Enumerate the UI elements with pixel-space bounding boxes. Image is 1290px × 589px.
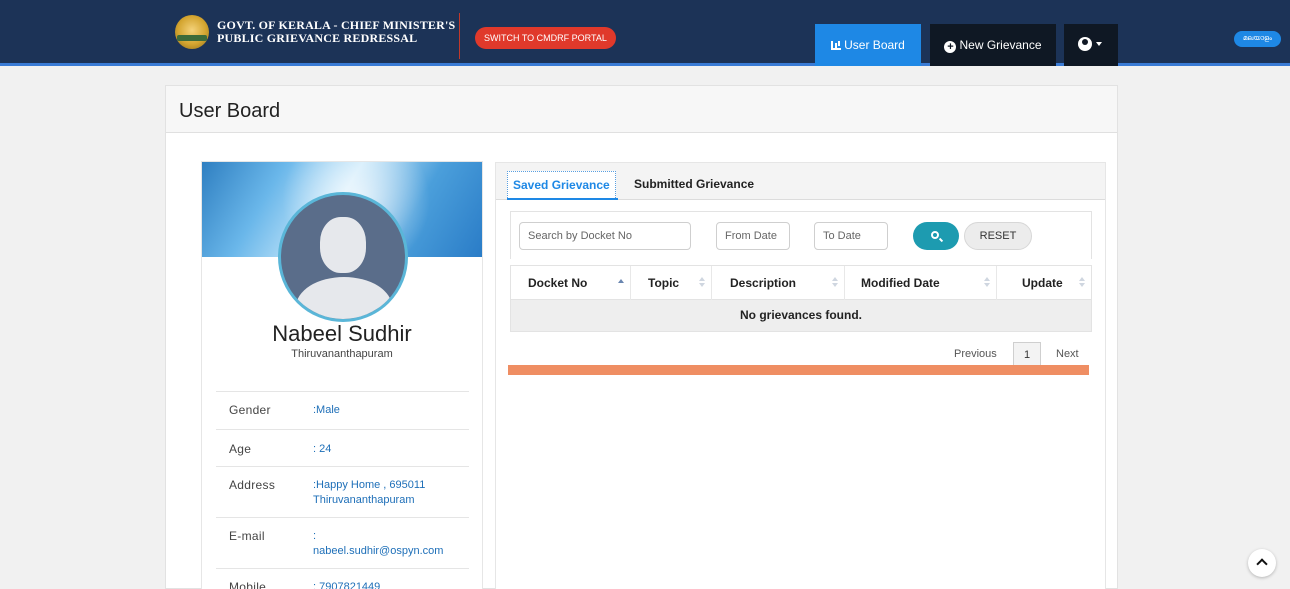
orange-divider-bar [508,365,1089,375]
top-navbar: GOVT. OF KERALA - CHIEF MINISTER'S PUBLI… [0,0,1290,66]
column-header-docket-no[interactable]: Docket No [511,266,631,300]
info-label: Mobile [229,580,267,589]
to-date-input[interactable]: To Date [814,222,888,250]
from-date-input[interactable]: From Date [716,222,790,250]
column-header-modified-date[interactable]: Modified Date [845,266,997,300]
info-row-gender: Gender :Male [216,391,469,429]
column-header-update[interactable]: Update [997,266,1091,300]
scroll-to-top-button[interactable] [1248,549,1276,577]
empty-table-message: No grievances found. [510,300,1092,332]
address-line-2: Thiruvananthapuram [313,494,415,506]
search-icon [931,231,939,239]
kerala-emblem-logo[interactable] [175,15,209,49]
email-address: nabeel.sudhir@ospyn.com [313,545,444,557]
info-row-email: E-mail : nabeel.sudhir@ospyn.com [216,517,469,568]
column-header-topic[interactable]: Topic [631,266,712,300]
nav-user-board-label: User Board [844,38,905,52]
panel-header: User Board [166,86,1117,133]
info-value: : 7907821449 [313,581,381,589]
page-title: User Board [179,100,281,122]
info-label: Age [229,442,252,456]
reset-button[interactable]: RESET [964,222,1032,250]
sort-ascending-icon [618,277,624,289]
info-row-age: Age : 24 [216,429,469,466]
column-label: Docket No [528,276,588,290]
tab-saved-grievance[interactable]: Saved Grievance [507,171,616,198]
user-circle-icon [1078,37,1092,51]
profile-city: Thiruvananthapuram [291,348,393,360]
language-toggle-button[interactable]: മലയാളം [1234,31,1281,47]
pagination-next[interactable]: Next [1056,348,1079,360]
brand-divider [459,13,460,59]
profile-card: Nabeel Sudhir Thiruvananthapuram Gender … [201,161,483,589]
nav-user-board[interactable]: User Board [815,24,921,66]
docket-search-input[interactable]: Search by Docket No [519,222,691,250]
info-row-mobile: Mobile : 7907821449 [216,568,469,589]
caret-down-icon [1096,42,1102,46]
avatar [278,192,408,322]
chevron-up-icon [1256,558,1268,570]
bar-chart-icon [831,41,842,50]
sort-icon [832,277,838,289]
sort-icon [984,277,990,289]
switch-cmdrf-portal-button[interactable]: SWITCH TO CMDRF PORTAL [475,27,616,49]
filter-bar: Search by Docket No From Date To Date RE… [510,211,1092,259]
info-row-address: Address :Happy Home , 695011 Thiruvanant… [216,466,469,517]
user-board-panel: User Board Nabeel Sudhir Thiruvananthapu… [165,85,1118,589]
nav-new-grievance[interactable]: + New Grievance [930,24,1056,66]
address-line-1: :Happy Home , 695011 [313,479,426,491]
info-label: Address [229,478,276,492]
nav-new-grievance-label: New Grievance [959,38,1042,52]
column-label: Update [1022,276,1063,290]
brand-title[interactable]: GOVT. OF KERALA - CHIEF MINISTER'S PUBLI… [217,19,455,45]
search-button[interactable] [913,222,959,250]
sort-icon [699,277,705,289]
column-label: Topic [648,276,680,290]
tab-submitted-grievance[interactable]: Submitted Grievance [629,171,759,198]
info-label: Gender [229,403,271,417]
active-tab-indicator [507,198,618,200]
info-value: : nabeel.sudhir@ospyn.com [313,529,443,559]
info-value: : 24 [313,443,332,455]
info-value: :Male [313,404,340,416]
grievance-tabs: Saved Grievance Submitted Grievance [496,163,1105,200]
column-label: Modified Date [861,276,940,290]
column-header-description[interactable]: Description [712,266,845,300]
pagination-previous[interactable]: Previous [954,348,997,360]
brand-line-2: PUBLIC GRIEVANCE REDRESSAL [217,31,418,45]
info-value: :Happy Home , 695011 Thiruvananthapuram [313,478,425,508]
sort-icon [1079,277,1085,289]
user-menu-dropdown[interactable] [1064,24,1118,66]
plus-circle-icon: + [944,41,957,53]
column-label: Description [730,276,797,290]
profile-name: Nabeel Sudhir [272,321,412,346]
table-header: Docket No Topic Description Modified Dat… [510,265,1092,300]
grievance-section: Saved Grievance Submitted Grievance Sear… [495,162,1106,589]
info-label: E-mail [229,529,265,543]
email-prefix: : [313,530,317,542]
